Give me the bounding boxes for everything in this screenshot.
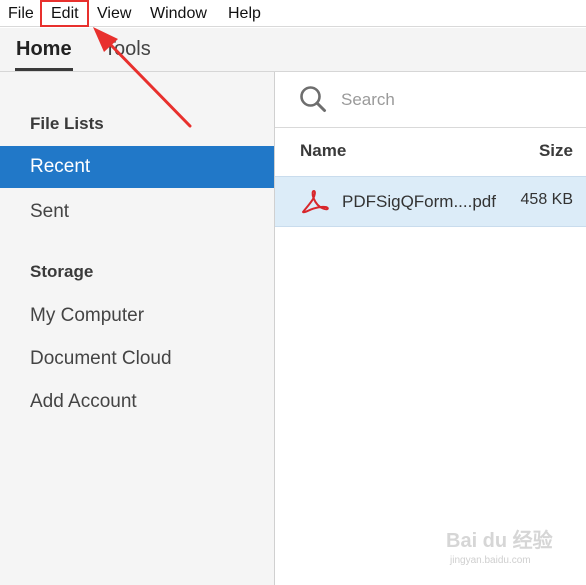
sidebar-item-recent[interactable]: Recent (0, 146, 274, 188)
file-name: PDFSigQForm....pdf (342, 192, 496, 211)
tab-tools[interactable]: Tools (104, 38, 151, 60)
section-heading-file-lists: File Lists (30, 114, 104, 133)
sidebar-item-document-cloud[interactable]: Document Cloud (0, 338, 274, 380)
annotation-highlight-box (40, 0, 89, 27)
file-list-pane: Name Size PDFSigQForm....pdf 458 KB (275, 72, 586, 585)
file-size: 458 KB (520, 191, 573, 208)
tab-home[interactable]: Home (16, 38, 72, 60)
pdf-icon (302, 189, 329, 214)
search-input[interactable] (341, 88, 571, 112)
active-tab-indicator (15, 68, 73, 71)
column-header-size[interactable]: Size (539, 141, 573, 161)
menu-file[interactable]: File (8, 4, 34, 23)
sidebar-item-my-computer[interactable]: My Computer (0, 295, 274, 337)
table-row[interactable]: PDFSigQForm....pdf 458 KB (275, 176, 586, 227)
watermark-subtext: jingyan.baidu.com (449, 555, 531, 566)
menu-view[interactable]: View (97, 4, 131, 23)
baidu-jingyan-watermark: Bai du 经验 jingyan.baidu.com (446, 528, 553, 566)
sidebar: File Lists Recent Sent Storage My Comput… (0, 72, 275, 585)
watermark-text: Bai du 经验 (446, 528, 553, 552)
search-icon[interactable] (299, 85, 327, 113)
tab-bar: Home Tools (0, 28, 586, 72)
sidebar-item-add-account[interactable]: Add Account (0, 381, 274, 423)
search-bar (275, 72, 586, 128)
section-heading-storage: Storage (30, 262, 94, 281)
menu-help[interactable]: Help (228, 4, 261, 23)
sidebar-item-sent[interactable]: Sent (0, 191, 274, 233)
menu-window[interactable]: Window (150, 4, 207, 23)
column-header-name[interactable]: Name (300, 141, 346, 161)
